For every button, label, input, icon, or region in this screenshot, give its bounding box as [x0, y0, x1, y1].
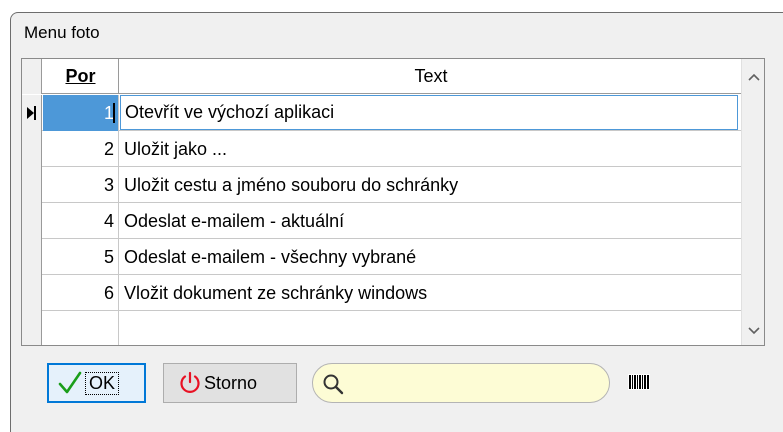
cell-por[interactable]: 1 — [43, 95, 119, 131]
row-selector[interactable] — [22, 203, 42, 239]
row-selector[interactable] — [22, 275, 42, 311]
cell-text[interactable]: Uložit jako ... — [120, 131, 742, 167]
row-pointer-bar — [34, 106, 36, 120]
chevron-up-icon — [747, 73, 760, 81]
cell-por[interactable]: 2 — [43, 131, 119, 167]
storno-label: Storno — [204, 372, 258, 393]
power-icon — [180, 371, 200, 393]
checkmark-icon — [58, 371, 82, 394]
row-selector[interactable] — [22, 95, 42, 131]
cell-text[interactable]: Odeslat e-mailem - všechny vybrané — [120, 239, 742, 275]
text-caret — [113, 103, 115, 123]
ok-button[interactable]: OK — [47, 363, 146, 403]
cell-text[interactable]: Vložit dokument ze schránky windows — [120, 275, 742, 311]
cell-por[interactable]: 4 — [43, 203, 119, 239]
column-header-por[interactable]: Por — [43, 59, 119, 94]
table-row[interactable]: 1 Otevřít ve výchozí aplikaci — [22, 95, 742, 131]
table-row[interactable]: 2 Uložit jako ... — [22, 131, 742, 167]
row-pointer-icon — [27, 107, 34, 119]
ok-label-focus: OK — [85, 371, 120, 395]
cell-por[interactable]: 6 — [43, 275, 119, 311]
column-header-text[interactable]: Text — [120, 59, 742, 94]
row-selector[interactable] — [22, 131, 42, 167]
grid-rows: 1 Otevřít ve výchozí aplikaci 2 Uložit j… — [22, 95, 742, 345]
scroll-up-button[interactable] — [742, 65, 764, 89]
table-row[interactable]: 5 Odeslat e-mailem - všechny vybrané — [22, 239, 742, 275]
header-selector-cell — [22, 59, 42, 94]
table-row[interactable]: 4 Odeslat e-mailem - aktuální — [22, 203, 742, 239]
row-selector[interactable] — [22, 239, 42, 275]
row-selector[interactable] — [22, 167, 42, 203]
table-row[interactable]: 3 Uložit cestu a jméno souboru do schrán… — [22, 167, 742, 203]
table-row[interactable]: 6 Vložit dokument ze schránky windows — [22, 275, 742, 311]
vertical-scrollbar[interactable] — [741, 59, 764, 345]
barcode-icon[interactable] — [628, 374, 650, 390]
ok-label: OK — [89, 372, 116, 393]
window-title: Menu foto — [24, 23, 100, 42]
storno-button[interactable]: Storno — [163, 363, 297, 403]
cell-por[interactable]: 3 — [43, 167, 119, 203]
search-input[interactable] — [353, 370, 593, 396]
row-selector[interactable] — [22, 311, 42, 345]
search-box[interactable] — [312, 363, 610, 403]
scroll-down-button[interactable] — [742, 319, 764, 343]
table-row[interactable] — [22, 311, 742, 345]
cell-text[interactable]: Uložit cestu a jméno souboru do schránky — [120, 167, 742, 203]
grid-header: Por Text — [22, 59, 742, 94]
cell-por[interactable]: 5 — [43, 239, 119, 275]
search-icon — [323, 374, 344, 395]
cell-por[interactable] — [43, 311, 119, 345]
cell-text[interactable]: Odeslat e-mailem - aktuální — [120, 203, 742, 239]
cell-text[interactable]: Otevřít ve výchozí aplikaci — [120, 95, 738, 130]
menu-grid[interactable]: Por Text 1 Otevřít ve výchozí aplikaci 2… — [21, 58, 765, 346]
chevron-down-icon — [747, 327, 760, 335]
cell-text[interactable] — [120, 311, 742, 345]
